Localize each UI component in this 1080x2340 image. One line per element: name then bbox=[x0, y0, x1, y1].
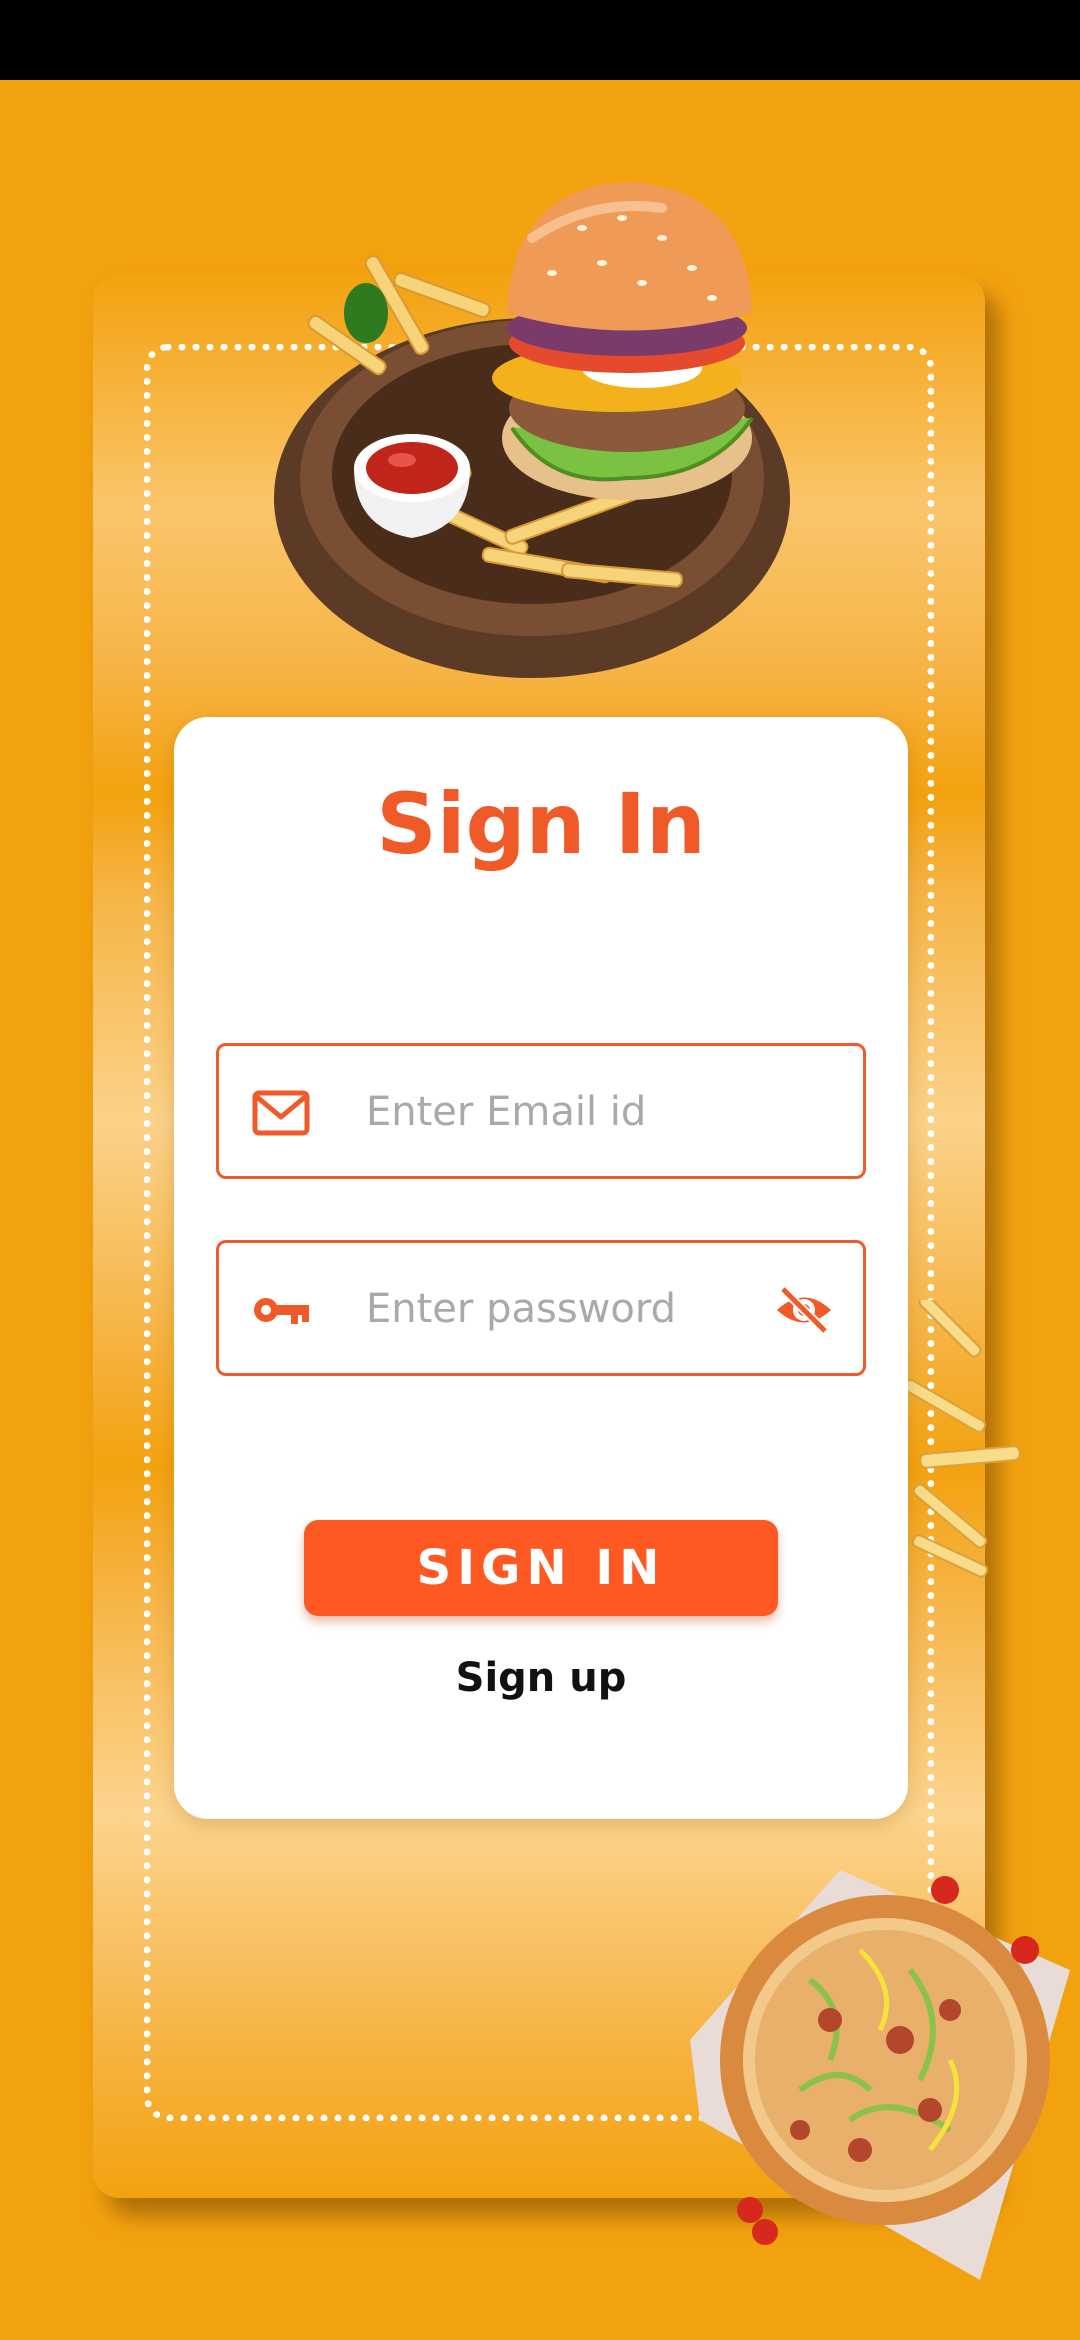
password-input[interactable] bbox=[364, 1273, 758, 1345]
password-field[interactable] bbox=[216, 1240, 866, 1376]
pizza-illustration bbox=[690, 1870, 1070, 2280]
sign-in-button[interactable]: SIGN IN bbox=[304, 1520, 778, 1616]
sign-up-link[interactable]: Sign up bbox=[174, 1655, 908, 1701]
mail-icon bbox=[252, 1090, 310, 1136]
fries-illustration bbox=[903, 1300, 1021, 1578]
page-title: Sign In bbox=[376, 775, 706, 873]
burger-fries-illustration bbox=[274, 182, 790, 678]
email-input[interactable] bbox=[364, 1076, 758, 1148]
key-icon bbox=[254, 1298, 309, 1324]
sign-in-card: Sign In SIGN IN Sign up bbox=[174, 717, 908, 1819]
status-bar bbox=[0, 0, 1080, 80]
email-field[interactable] bbox=[216, 1043, 866, 1179]
eye-off-icon[interactable] bbox=[773, 1283, 835, 1337]
